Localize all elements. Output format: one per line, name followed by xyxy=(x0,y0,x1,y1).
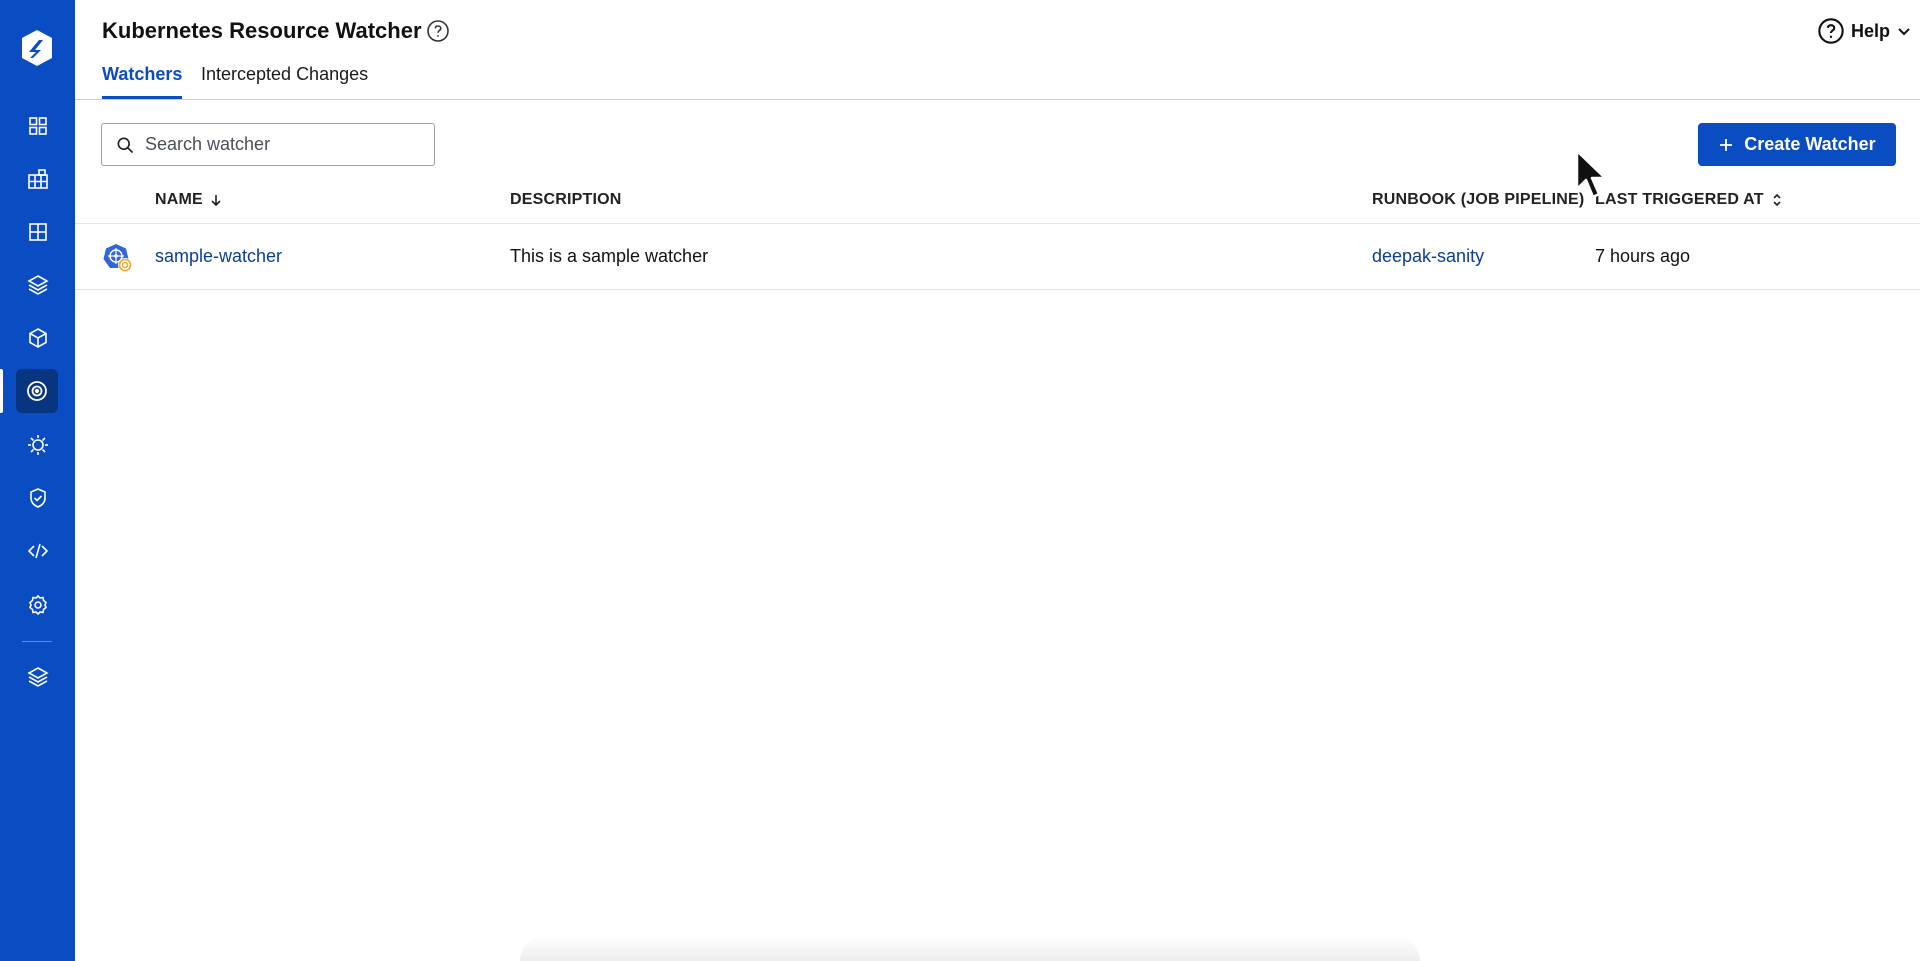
column-header-description: DESCRIPTION xyxy=(510,191,622,209)
dashboard-grid-icon xyxy=(28,116,47,135)
plus-icon xyxy=(1720,138,1733,151)
column-header-description-label: DESCRIPTION xyxy=(510,191,622,208)
sidebar-active-marker xyxy=(0,369,3,413)
resource-watcher-icon xyxy=(27,381,47,401)
search-icon xyxy=(117,137,134,153)
column-header-name-label: NAME xyxy=(155,191,203,208)
tab-intercepted-changes[interactable]: Intercepted Changes xyxy=(201,64,368,85)
sort-both-icon xyxy=(1773,193,1781,207)
sidebar-item-security-scan[interactable] xyxy=(20,427,55,462)
column-header-runbook-label: RUNBOOK (JOB PIPELINE) xyxy=(1372,191,1585,208)
bug-icon xyxy=(27,434,48,455)
kubernetes-watcher-icon xyxy=(103,244,132,272)
sidebar-item-app-groups[interactable] xyxy=(20,267,55,302)
sidebar-item-resource-watcher[interactable] xyxy=(16,369,58,413)
help-menu[interactable]: Help xyxy=(1817,17,1912,45)
sidebar-item-applications[interactable] xyxy=(20,161,55,196)
runbook-link[interactable]: deepak-sanity xyxy=(1372,246,1484,267)
sidebar-item-stack-manager[interactable] xyxy=(20,659,55,694)
cube-icon xyxy=(28,327,47,348)
settings-gear-icon xyxy=(28,594,47,615)
sidebar-divider xyxy=(22,641,52,642)
help-label: Help xyxy=(1851,20,1891,41)
search-box[interactable] xyxy=(101,123,435,166)
table-header-divider xyxy=(75,223,1920,224)
create-watcher-button[interactable]: Create Watcher xyxy=(1698,123,1896,166)
table-row-divider xyxy=(75,289,1920,290)
code-icon xyxy=(27,543,48,558)
active-tab-indicator xyxy=(102,96,182,99)
sidebar-item-global-configurations[interactable] xyxy=(20,587,55,622)
column-header-last-triggered[interactable]: LAST TRIGGERED AT xyxy=(1595,191,1784,209)
shield-check-icon xyxy=(29,487,46,508)
last-triggered-value: 7 hours ago xyxy=(1595,246,1691,266)
stack-icon xyxy=(26,274,49,295)
create-watcher-label: Create Watcher xyxy=(1744,134,1876,154)
app-logo-icon[interactable] xyxy=(17,28,57,68)
watcher-description: This is a sample watcher xyxy=(510,246,709,266)
tab-watchers[interactable]: Watchers xyxy=(102,64,182,85)
column-header-name[interactable]: NAME xyxy=(155,191,223,209)
sidebar-item-overview[interactable] xyxy=(20,108,55,143)
bottom-shadow-decoration xyxy=(520,935,1420,961)
page-header: Kubernetes Resource Watcher Watchers Int… xyxy=(75,0,1920,100)
sidebar xyxy=(0,0,75,961)
help-circle-icon xyxy=(1818,18,1844,44)
apps-grid-icon xyxy=(27,168,48,189)
sidebar-item-bulk-edit[interactable] xyxy=(20,533,55,568)
search-input[interactable] xyxy=(145,134,425,155)
watcher-name-link[interactable]: sample-watcher xyxy=(155,246,282,267)
page-title: Kubernetes Resource Watcher xyxy=(102,18,422,43)
sidebar-item-jobs[interactable] xyxy=(20,214,55,249)
column-header-last-triggered-label: LAST TRIGGERED AT xyxy=(1595,191,1764,208)
help-circle-icon[interactable] xyxy=(426,19,450,43)
sort-arrow-down-icon xyxy=(211,195,221,207)
chevron-down-icon xyxy=(1898,28,1910,36)
window-grid-icon xyxy=(28,222,47,241)
layers-icon xyxy=(26,666,49,687)
mouse-cursor-icon xyxy=(1575,149,1607,199)
column-header-runbook: RUNBOOK (JOB PIPELINE) xyxy=(1372,191,1584,209)
sidebar-item-resource-browser[interactable] xyxy=(20,320,55,355)
sidebar-item-security[interactable] xyxy=(20,480,55,515)
